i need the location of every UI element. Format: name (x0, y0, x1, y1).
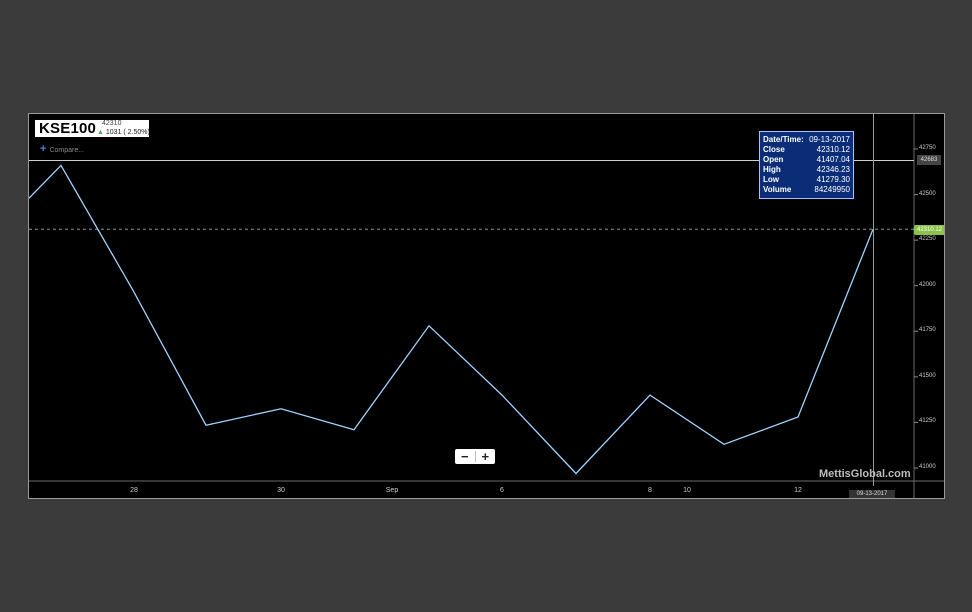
tooltip-value: 41407.04 (816, 155, 850, 164)
ohlc-tooltip: Date/Time: 09-13-2017 Close 42310.12 Open 414… (759, 131, 854, 199)
compare-button[interactable]: + Compare... (40, 144, 84, 156)
tooltip-row: Date/Time: 09-13-2017 (763, 135, 850, 145)
x-tick-label: 6 (500, 487, 504, 494)
tooltip-label: Open (763, 155, 784, 164)
x-tick-label: 12 (794, 487, 802, 494)
y-tick-label: 41750 (919, 327, 936, 334)
tooltip-row: Close 42310.12 (763, 145, 850, 155)
watermark: MettisGlobal.com (819, 468, 911, 480)
chart-frame: KSE100 42310 ▲ 1031 ( 2.50%) + Compare...… (28, 113, 945, 499)
crosshair-date-label: 09-13-2017 (849, 490, 895, 498)
ticker-card: KSE100 42310 ▲ 1031 ( 2.50%) (35, 120, 150, 137)
compare-label: Compare... (49, 147, 85, 154)
zoom-controls: − + (455, 449, 495, 464)
tooltip-value: 42310.12 (816, 145, 850, 154)
tooltip-label: Date/Time: (763, 135, 804, 144)
last-price-badge: 42310.12 (914, 225, 944, 235)
tooltip-row: Volume 84249950 (763, 185, 850, 195)
x-tick-label: 30 (277, 487, 285, 494)
x-tick-label: 8 (648, 487, 652, 494)
y-tick-label: 41000 (919, 464, 936, 470)
plus-icon: + (40, 143, 47, 155)
x-tick-label: Sep (385, 487, 399, 494)
price-series-line (29, 164, 874, 475)
y-tick-label: 42500 (919, 190, 936, 197)
ticker-symbol: KSE100 (39, 120, 97, 137)
crosshair-price-label: 42683 (917, 155, 941, 165)
y-tick-label: 42750 (919, 145, 936, 151)
x-tick-label: 28 (130, 487, 138, 494)
ticker-change-row: ▲ 1031 ( 2.50%) (97, 128, 150, 137)
ticker-price: 42310 (102, 120, 122, 127)
tooltip-label: Close (763, 145, 785, 154)
up-arrow-icon: ▲ (97, 129, 104, 136)
tooltip-value: 84249950 (814, 185, 850, 194)
y-tick-label: 42000 (919, 281, 936, 288)
y-tick-label: 42250 (919, 236, 936, 243)
tooltip-row: Open 41407.04 (763, 155, 850, 165)
tooltip-row: Low 41279.30 (763, 175, 850, 185)
zoom-out-button[interactable]: − (455, 449, 475, 464)
tooltip-value: 41279.30 (816, 175, 850, 184)
tooltip-value: 09-13-2017 (809, 135, 850, 144)
y-tick-label: 41500 (919, 372, 936, 379)
y-tick-label: 41250 (919, 418, 936, 425)
tooltip-label: Low (763, 175, 779, 184)
ticker-change: 1031 ( 2.50%) (105, 129, 150, 136)
x-tick-label: 10 (683, 487, 691, 494)
zoom-in-button[interactable]: + (475, 449, 495, 464)
tooltip-label: Volume (763, 185, 792, 194)
tooltip-value: 42346.23 (816, 165, 850, 174)
tooltip-label: High (763, 165, 781, 174)
tooltip-row: High 42346.23 (763, 165, 850, 175)
